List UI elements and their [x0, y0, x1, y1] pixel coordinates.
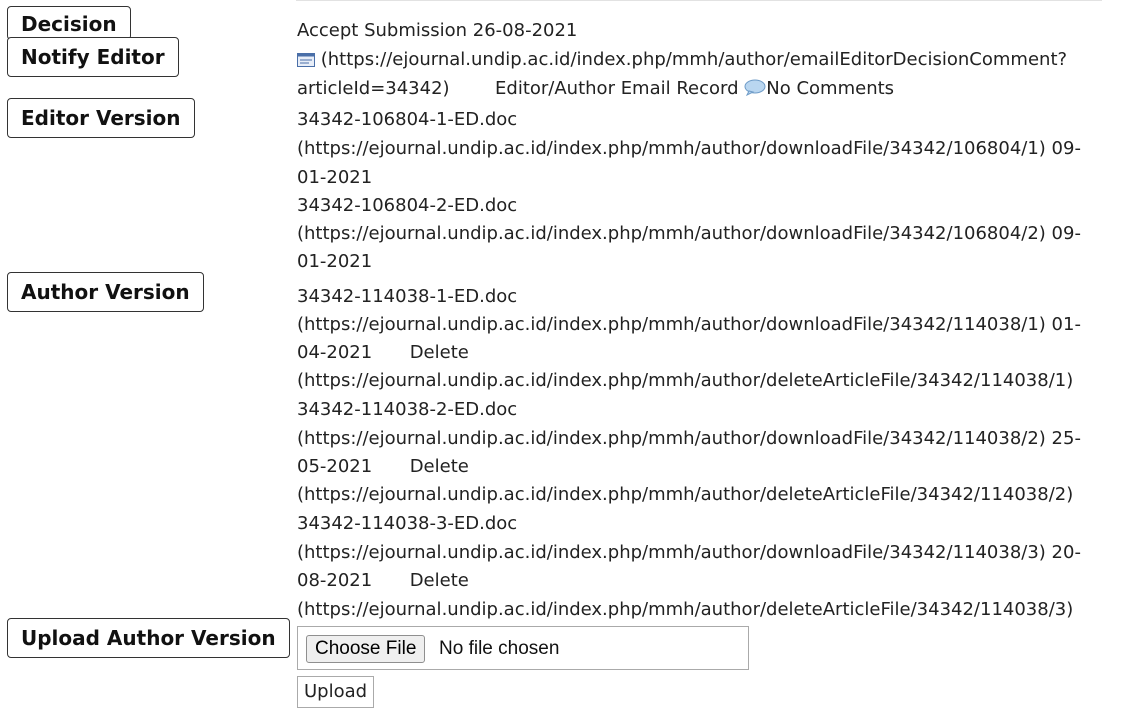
author-file-date: 08-2021 — [297, 570, 373, 591]
author-file-date-row: 08-2021 Delete — [297, 567, 469, 595]
upload-author-version-label: Upload Author Version — [7, 618, 290, 658]
delete-link[interactable]: Delete — [410, 342, 469, 363]
email-record-link[interactable]: Editor/Author Email Record — [495, 78, 739, 99]
delete-url[interactable]: (https://ejournal.undip.ac.id/index.php/… — [297, 481, 1073, 509]
no-comments-link[interactable]: No Comments — [766, 78, 894, 99]
editor-file-date: 01-2021 — [297, 251, 373, 272]
editor-version-label: Editor Version — [7, 98, 195, 138]
editor-file-url[interactable]: (https://ejournal.undip.ac.id/index.php/… — [297, 220, 1081, 248]
editor-file-name[interactable]: 34342-106804-1-ED.doc — [297, 106, 517, 134]
editor-file-date: 01-2021 — [297, 167, 373, 188]
notify-editor-row2: articleId=34342) Editor/Author Email Rec… — [297, 75, 894, 105]
author-file-date: 04-2021 — [297, 342, 373, 363]
delete-url[interactable]: (https://ejournal.undip.ac.id/index.php/… — [297, 367, 1073, 395]
decision-value: Accept Submission 26-08-2021 — [297, 20, 578, 41]
top-divider — [296, 0, 1102, 1]
author-file-date-row: 04-2021 Delete — [297, 339, 469, 367]
choose-file-button[interactable]: Choose File — [306, 635, 426, 663]
author-file-date-row: 05-2021 Delete — [297, 453, 469, 481]
author-file-name[interactable]: 34342-114038-2-ED.doc — [297, 396, 517, 424]
file-status-text: No file chosen — [439, 638, 560, 659]
email-icon[interactable] — [297, 48, 315, 76]
author-file-name[interactable]: 34342-114038-1-ED.doc — [297, 283, 517, 311]
decision-label: Decision — [7, 6, 131, 40]
author-file-url[interactable]: (https://ejournal.undip.ac.id/index.php/… — [297, 311, 1081, 339]
author-file-name[interactable]: 34342-114038-3-ED.doc — [297, 510, 517, 538]
author-file-date: 05-2021 — [297, 456, 373, 477]
comment-bubble-icon[interactable] — [744, 77, 766, 105]
editor-file-url[interactable]: (https://ejournal.undip.ac.id/index.php/… — [297, 135, 1081, 163]
notify-editor-label: Notify Editor — [7, 37, 179, 77]
upload-button[interactable]: Upload — [297, 676, 375, 708]
file-input[interactable]: Choose File No file chosen — [297, 626, 749, 670]
editor-file-name[interactable]: 34342-106804-2-ED.doc — [297, 192, 517, 220]
delete-link[interactable]: Delete — [410, 456, 469, 477]
notify-editor-url-tail[interactable]: articleId=34342) — [297, 78, 450, 99]
author-file-url[interactable]: (https://ejournal.undip.ac.id/index.php/… — [297, 425, 1081, 453]
notify-editor-url[interactable]: (https://ejournal.undip.ac.id/index.php/… — [321, 49, 1067, 70]
author-version-label: Author Version — [7, 272, 204, 312]
author-file-url[interactable]: (https://ejournal.undip.ac.id/index.php/… — [297, 539, 1081, 567]
delete-link[interactable]: Delete — [410, 570, 469, 591]
delete-url[interactable]: (https://ejournal.undip.ac.id/index.php/… — [297, 596, 1073, 624]
notify-editor-link[interactable]: (https://ejournal.undip.ac.id/index.php/… — [297, 46, 1067, 76]
